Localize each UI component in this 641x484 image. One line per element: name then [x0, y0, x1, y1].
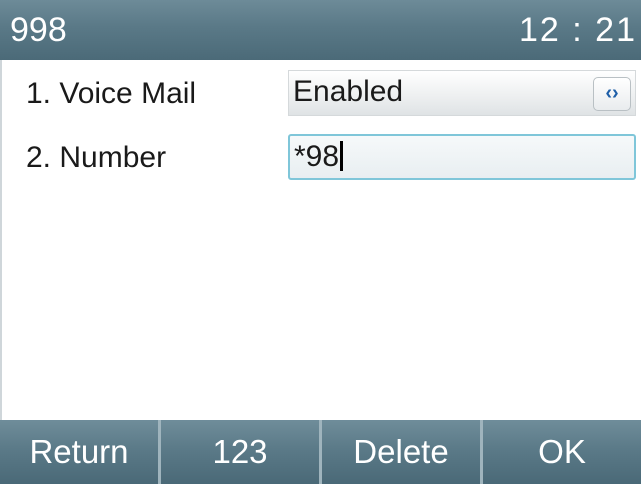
softkey-bar: Return 123 Delete OK [0, 420, 641, 484]
phone-screen: 998 12 : 21 1. Voice Mail Enabled ‹› 2. … [0, 0, 641, 484]
account-title: 998 [10, 11, 67, 49]
switch-arrows-icon[interactable]: ‹› [593, 77, 631, 111]
number-label: 2. Number [26, 141, 167, 174]
settings-list: 1. Voice Mail Enabled ‹› 2. Number *98 [0, 60, 641, 420]
title-bar: 998 12 : 21 [0, 0, 641, 60]
number-input[interactable]: *98 [288, 134, 636, 180]
clock-time: 12 : 21 [519, 11, 637, 49]
voice-mail-value: Enabled [293, 75, 404, 108]
input-mode-softkey[interactable]: 123 [158, 420, 319, 484]
voice-mail-label: 1. Voice Mail [26, 77, 197, 110]
delete-softkey[interactable]: Delete [319, 420, 480, 484]
number-value: *98 [294, 140, 340, 173]
setting-row-voice-mail[interactable]: 1. Voice Mail Enabled ‹› [2, 66, 641, 122]
setting-row-number[interactable]: 2. Number *98 [2, 130, 641, 186]
return-softkey[interactable]: Return [0, 420, 158, 484]
text-cursor [340, 141, 344, 171]
ok-softkey[interactable]: OK [480, 420, 641, 484]
voice-mail-select[interactable]: Enabled ‹› [288, 70, 636, 116]
